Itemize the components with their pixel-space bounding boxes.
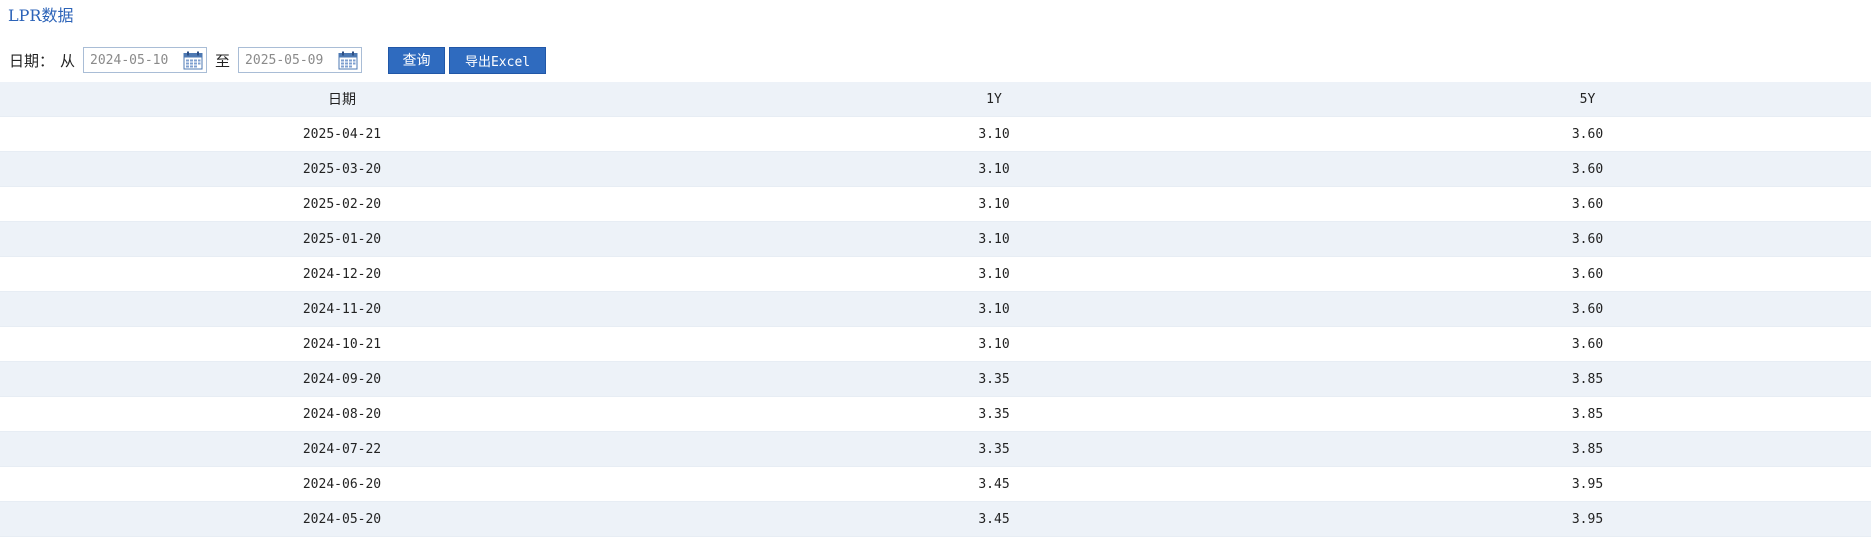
rate-1y-cell: 3.35 (684, 396, 1304, 432)
date-cell: 2024-10-21 (0, 326, 684, 362)
table-row: 2025-02-20 3.10 3.60 (0, 186, 1871, 222)
date-cell: 2025-02-20 (0, 186, 684, 222)
rate-1y-cell: 3.10 (684, 221, 1304, 257)
rate-1y-cell: 3.10 (684, 326, 1304, 362)
date-cell: 2024-09-20 (0, 361, 684, 397)
date-cell: 2024-11-20 (0, 291, 684, 327)
date-cell: 2025-03-20 (0, 151, 684, 187)
date-cell: 2024-05-20 (0, 501, 684, 537)
rate-5y-cell: 3.85 (1304, 396, 1871, 432)
query-button-label: 查询 (402, 52, 431, 68)
export-excel-button[interactable]: 导出Excel (449, 46, 547, 74)
rate-1y-cell: 3.10 (684, 256, 1304, 292)
rate-1y-cell: 3.45 (684, 501, 1304, 537)
rate-5y-cell: 3.60 (1304, 151, 1871, 187)
rate-5y-cell: 3.60 (1304, 186, 1871, 222)
export-button-label: 导出Excel (464, 54, 531, 70)
column-header-1y: 1Y (684, 82, 1304, 117)
table-row: 2024-05-20 3.45 3.95 (0, 501, 1871, 537)
rate-5y-cell: 3.85 (1304, 431, 1871, 467)
table-row: 2024-07-22 3.35 3.85 (0, 431, 1871, 467)
rate-5y-cell: 3.60 (1304, 291, 1871, 327)
rate-1y-cell: 3.10 (684, 151, 1304, 187)
rate-1y-cell: 3.35 (684, 361, 1304, 397)
end-date-input[interactable] (239, 48, 336, 72)
table-row: 2025-01-20 3.10 3.60 (0, 221, 1871, 257)
table-row: 2024-06-20 3.45 3.95 (0, 466, 1871, 502)
rate-1y-cell: 3.35 (684, 431, 1304, 467)
table-row: 2024-11-20 3.10 3.60 (0, 291, 1871, 327)
rate-5y-cell: 3.60 (1304, 221, 1871, 257)
calendar-icon[interactable] (183, 51, 203, 70)
rate-1y-cell: 3.10 (684, 116, 1304, 152)
date-cell: 2024-12-20 (0, 256, 684, 292)
column-header-date: 日期 (0, 82, 684, 117)
end-date-field[interactable] (238, 47, 363, 73)
date-label: 日期： (9, 51, 55, 70)
start-date-field[interactable] (83, 47, 208, 73)
rate-1y-cell: 3.45 (684, 466, 1304, 502)
to-label: 至 (215, 51, 231, 70)
rate-5y-cell: 3.60 (1304, 256, 1871, 292)
query-button[interactable]: 查询 (388, 46, 446, 74)
table-row: 2024-10-21 3.10 3.60 (0, 326, 1871, 362)
table-row: 2024-09-20 3.35 3.85 (0, 361, 1871, 397)
date-cell: 2025-01-20 (0, 221, 684, 257)
from-label: 从 (60, 51, 76, 70)
start-date-input[interactable] (84, 48, 181, 72)
table-row: 2025-03-20 3.10 3.60 (0, 151, 1871, 187)
table-row: 2025-04-21 3.10 3.60 (0, 116, 1871, 152)
column-header-5y: 5Y (1304, 82, 1871, 117)
rate-5y-cell: 3.95 (1304, 466, 1871, 502)
table-header-row: 日期 1Y 5Y (0, 82, 1871, 117)
date-cell: 2024-08-20 (0, 396, 684, 432)
rate-1y-cell: 3.10 (684, 186, 1304, 222)
date-cell: 2025-04-21 (0, 116, 684, 152)
rate-5y-cell: 3.60 (1304, 116, 1871, 152)
rate-5y-cell: 3.85 (1304, 361, 1871, 397)
page-title: LPR数据 (8, 6, 74, 25)
calendar-icon[interactable] (338, 51, 358, 70)
date-filter-bar: 日期： 从 至 (0, 46, 547, 74)
rate-5y-cell: 3.95 (1304, 501, 1871, 537)
table-row: 2024-08-20 3.35 3.85 (0, 396, 1871, 432)
rate-5y-cell: 3.60 (1304, 326, 1871, 362)
table-row: 2024-12-20 3.10 3.60 (0, 256, 1871, 292)
date-cell: 2024-06-20 (0, 466, 684, 502)
lpr-table: 日期 1Y 5Y 2025-04-21 3.10 3.60 2025-03-20… (0, 82, 1871, 537)
date-cell: 2024-07-22 (0, 431, 684, 467)
rate-1y-cell: 3.10 (684, 291, 1304, 327)
